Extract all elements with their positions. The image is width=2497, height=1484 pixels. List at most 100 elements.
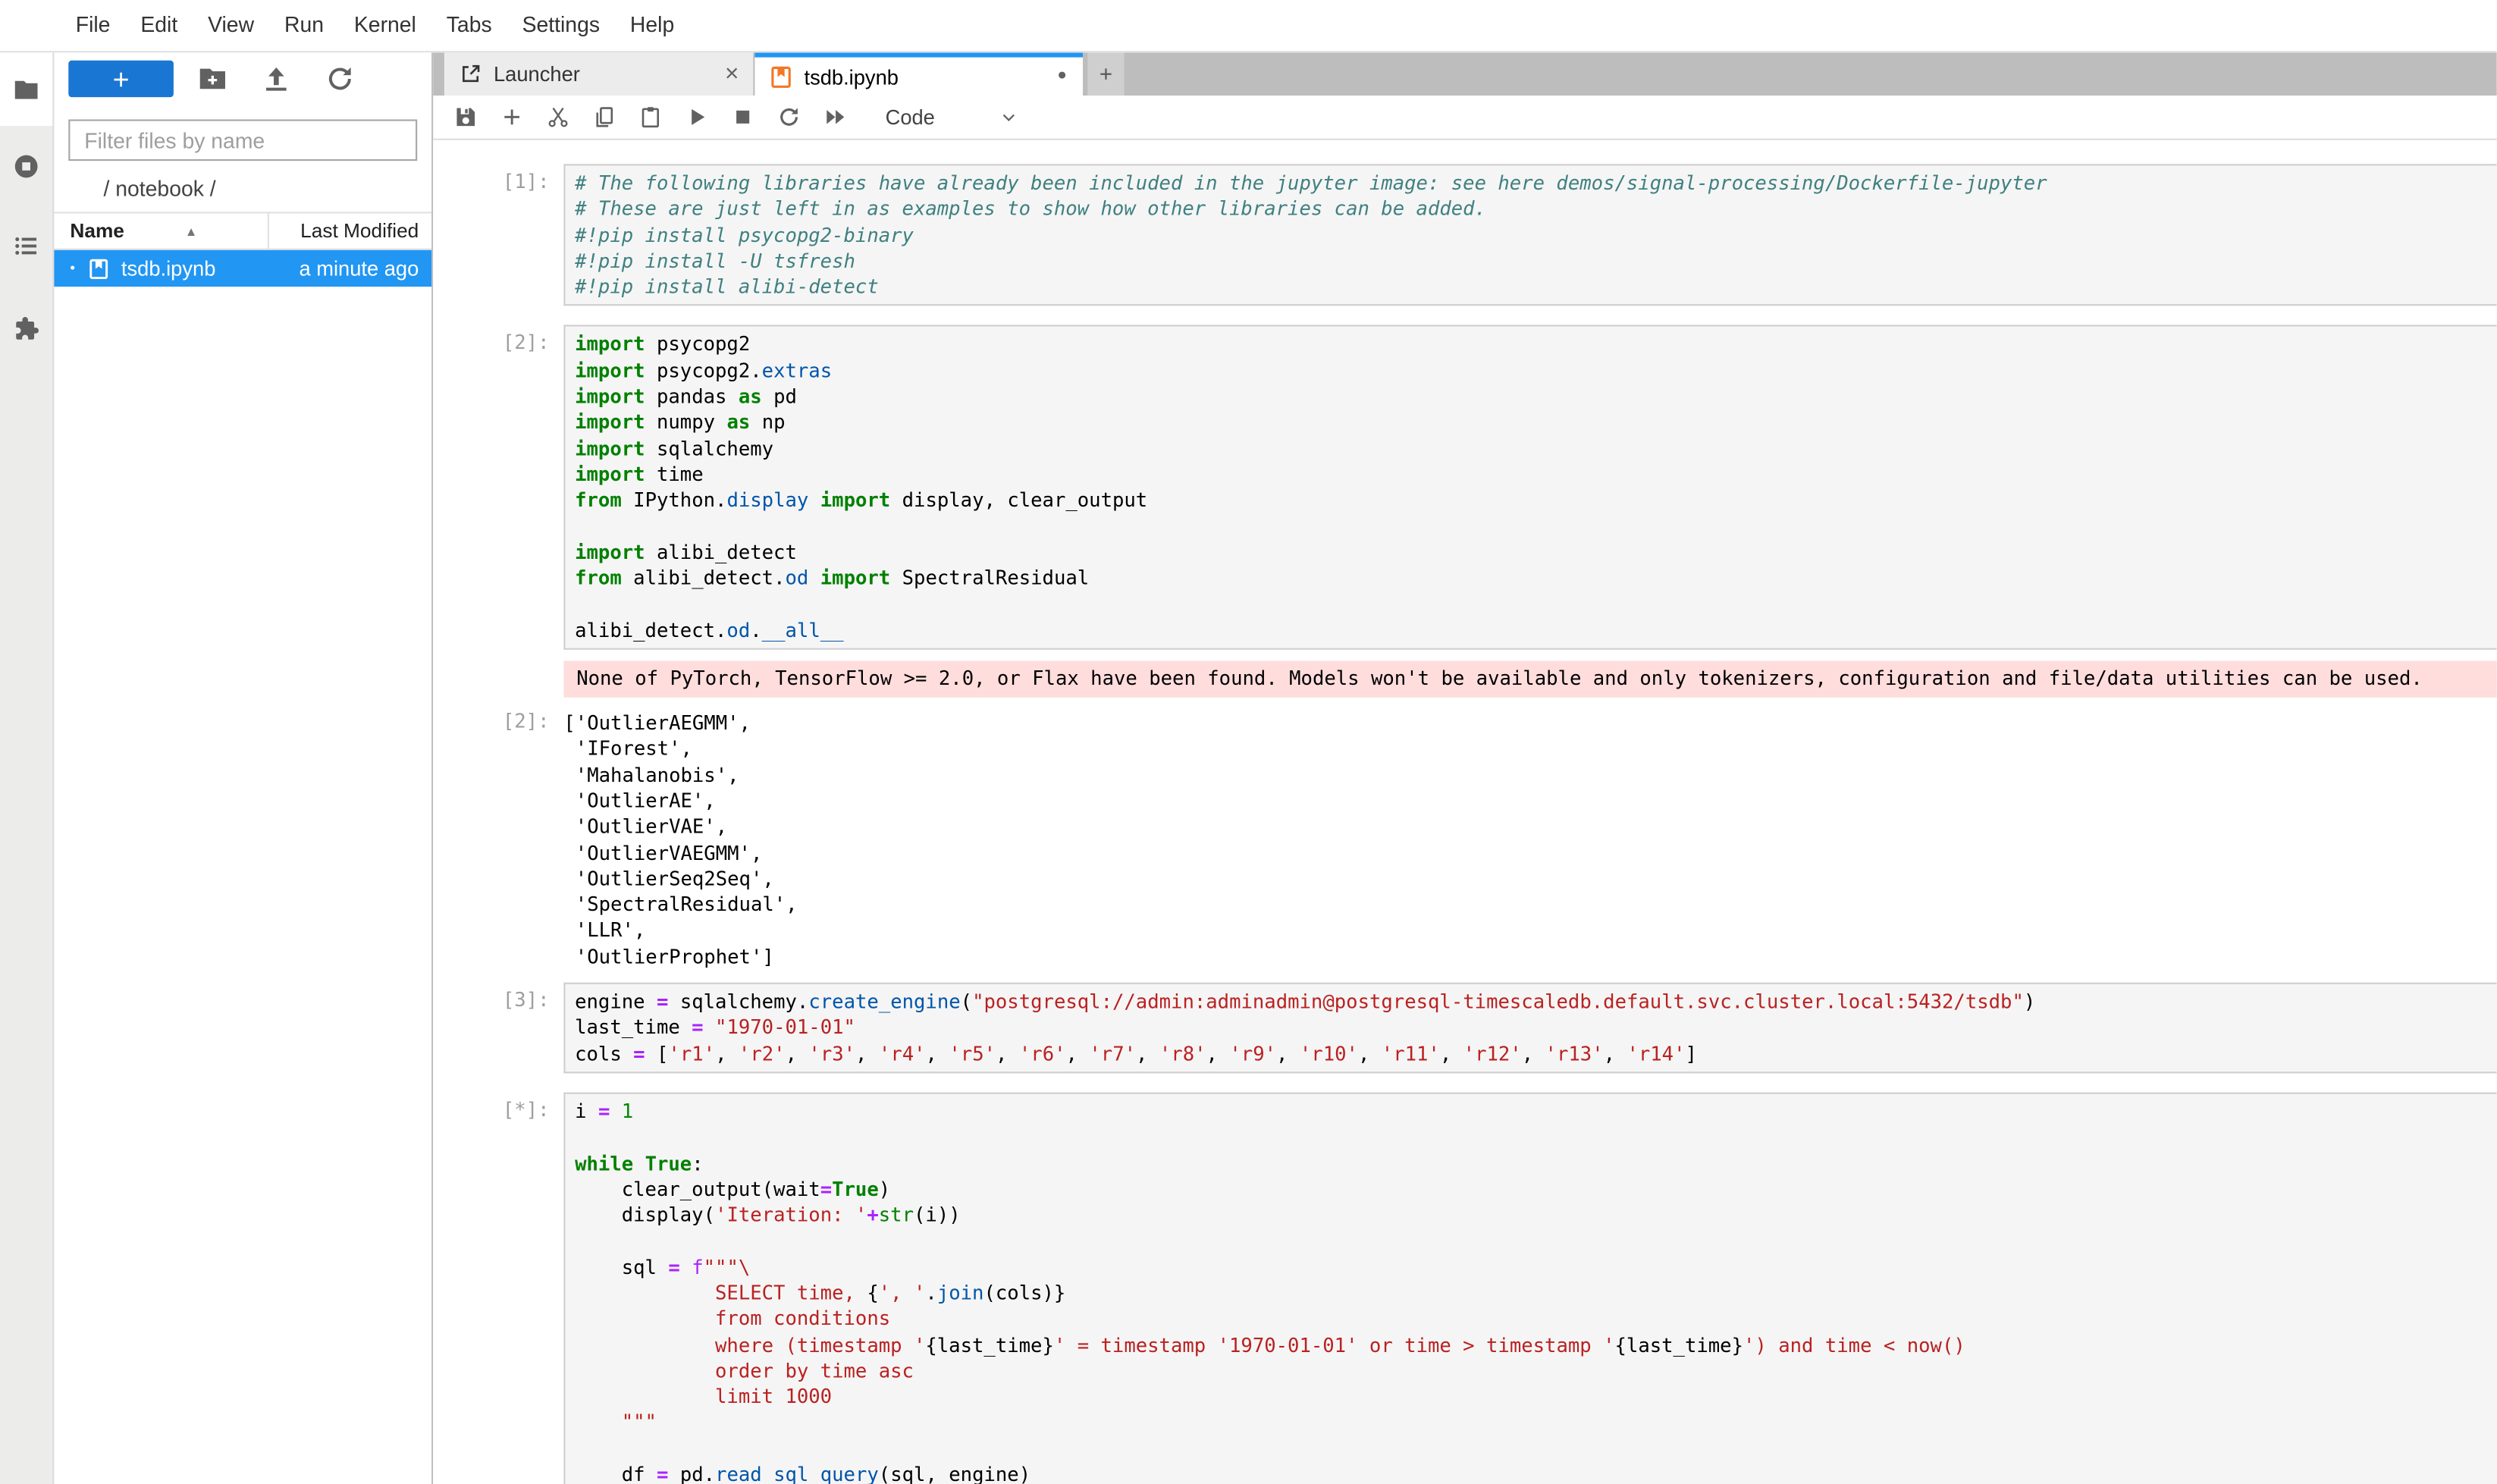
code-line: last_time = "1970-01-01": [575, 1015, 2497, 1040]
paste-cells-button[interactable]: [638, 105, 663, 130]
code-line: import time: [575, 462, 2497, 488]
notebook-icon: [769, 64, 793, 89]
breadcrumb[interactable]: / notebook /: [54, 171, 431, 206]
cell-editor[interactable]: engine = sqlalchemy.create_engine("postg…: [563, 983, 2496, 1073]
cut-cells-button[interactable]: [546, 105, 570, 130]
main-layout: / notebook / Name ▲ Last Modified •tsdb.…: [0, 52, 2497, 1484]
tab-label: tsdb.ipynb: [805, 64, 1042, 89]
run-icon: [685, 105, 709, 130]
menu-run[interactable]: Run: [269, 13, 339, 36]
output-line: ['OutlierAEGMM',: [563, 711, 2496, 736]
code-cell: [1]:# The following libraries have alrea…: [449, 164, 2497, 306]
copy-cells-button[interactable]: [592, 105, 616, 130]
code-line: alibi_detect.od.__all__: [575, 617, 2497, 643]
stderr-text: None of PyTorch, TensorFlow >= 2.0, or F…: [563, 661, 2496, 698]
dock-panel: Launcher×tsdb.ipynb● Code [1]:# The foll…: [433, 52, 2497, 1484]
activity-file-browser[interactable]: [0, 52, 52, 126]
new-folder-button[interactable]: [197, 64, 227, 94]
notebook-icon-white: [88, 257, 110, 279]
output-line: 'Mahalanobis',: [563, 762, 2496, 788]
folder-icon: [13, 76, 40, 103]
code-line: import psycopg2: [575, 332, 2497, 358]
new-folder-icon: [197, 64, 227, 94]
cell-output-prompt: [2]:: [449, 704, 563, 970]
cell-output-prompt-empty: [449, 661, 563, 698]
code-cell: [*]:i = 1 while True: clear_output(wait=…: [449, 1092, 2497, 1484]
cell-type-label: Code: [886, 105, 935, 130]
new-tab-button[interactable]: [1087, 52, 1124, 96]
execute-result: [2]:['OutlierAEGMM', 'IForest', 'Mahalan…: [449, 704, 2497, 970]
code-line: limit 1000: [575, 1384, 2497, 1410]
code-line: #!pip install psycopg2-binary: [575, 222, 2497, 248]
tab-bar: Launcher×tsdb.ipynb●: [433, 52, 2497, 96]
code-line: from alibi_detect.od import SpectralResi…: [575, 566, 2497, 591]
tab-label: Launcher: [494, 62, 711, 86]
code-line: import sqlalchemy: [575, 436, 2497, 462]
restart-icon: [777, 105, 801, 130]
upload-button[interactable]: [261, 64, 291, 94]
cell-input-prompt: [3]:: [449, 983, 563, 1073]
refresh-button[interactable]: [325, 64, 355, 94]
code-line: import pandas as pd: [575, 384, 2497, 409]
file-modified: a minute ago: [299, 256, 431, 281]
code-line: [575, 513, 2497, 539]
activity-extensions[interactable]: [0, 291, 52, 365]
menu-settings[interactable]: Settings: [507, 13, 615, 36]
file-row[interactable]: •tsdb.ipynba minute ago: [54, 250, 431, 287]
column-header-name[interactable]: Name ▲: [54, 213, 269, 248]
code-line: """: [575, 1410, 2497, 1435]
menu-file[interactable]: File: [61, 13, 126, 36]
output-line: 'OutlierAE',: [563, 788, 2496, 814]
add-cell-button[interactable]: [500, 105, 524, 130]
activity-table-of-contents[interactable]: [0, 209, 52, 282]
cell-editor[interactable]: import psycopg2import psycopg2.extrasimp…: [563, 325, 2496, 649]
cell-type-select[interactable]: Code: [886, 105, 1020, 130]
output-line: 'OutlierVAEGMM',: [563, 840, 2496, 866]
plus-icon: [500, 105, 524, 130]
output-line: 'OutlierProphet']: [563, 944, 2496, 970]
menu-view[interactable]: View: [193, 13, 269, 36]
code-line: from conditions: [575, 1307, 2497, 1332]
activity-running-kernels[interactable]: [0, 129, 52, 202]
save-button[interactable]: [454, 105, 478, 130]
code-line: clear_output(wait=True): [575, 1176, 2497, 1202]
code-line: import psycopg2.extras: [575, 358, 2497, 384]
breadcrumb-label: / notebook /: [104, 176, 216, 200]
file-list: •tsdb.ipynba minute ago: [54, 250, 431, 287]
filter-files-input[interactable]: [68, 120, 417, 162]
close-icon[interactable]: ×: [711, 62, 753, 86]
cell-input-prompt: [1]:: [449, 164, 563, 306]
code-cell: [2]:import psycopg2import psycopg2.extra…: [449, 325, 2497, 649]
cell-editor[interactable]: # The following libraries have already b…: [563, 164, 2496, 306]
plus-icon: [110, 67, 132, 89]
code-line: engine = sqlalchemy.create_engine("postg…: [575, 989, 2497, 1015]
menu-tabs[interactable]: Tabs: [431, 13, 507, 36]
restart-button[interactable]: [777, 105, 801, 130]
launcher-icon: [459, 62, 483, 86]
column-header-last-modified[interactable]: Last Modified: [269, 220, 431, 242]
notebook-toolbar: Code: [433, 96, 2497, 140]
code-line: # These are just left in as examples to …: [575, 196, 2497, 222]
result-text: ['OutlierAEGMM', 'IForest', 'Mahalanobis…: [563, 704, 2496, 970]
restart-run-all-button[interactable]: [823, 105, 848, 130]
stderr-output: None of PyTorch, TensorFlow >= 2.0, or F…: [449, 661, 2497, 698]
menu-items: FileEditViewRunKernelTabsSettingsHelp: [61, 11, 689, 40]
interrupt-button[interactable]: [731, 105, 755, 130]
column-name-label: Name: [70, 220, 124, 242]
sort-ascending-icon: ▲: [185, 224, 198, 238]
output-line: 'IForest',: [563, 736, 2496, 762]
cell-editor[interactable]: i = 1 while True: clear_output(wait=True…: [563, 1092, 2496, 1484]
run-button[interactable]: [685, 105, 709, 130]
notebook-cells: [1]:# The following libraries have alrea…: [433, 140, 2497, 1484]
new-launcher-button[interactable]: [68, 61, 174, 97]
tab-tsdb-ipynb[interactable]: tsdb.ipynb●: [754, 52, 1083, 96]
menu-help[interactable]: Help: [615, 13, 689, 36]
code-line: import numpy as np: [575, 409, 2497, 435]
folder-icon: [70, 176, 94, 200]
tab-launcher[interactable]: Launcher×: [444, 52, 753, 96]
menu-kernel[interactable]: Kernel: [339, 13, 431, 36]
puzzle-icon: [13, 315, 40, 342]
menu-edit[interactable]: Edit: [125, 13, 193, 36]
stop-icon: [731, 105, 755, 130]
code-line: df = pd.read_sql_query(sql, engine): [575, 1462, 2497, 1484]
